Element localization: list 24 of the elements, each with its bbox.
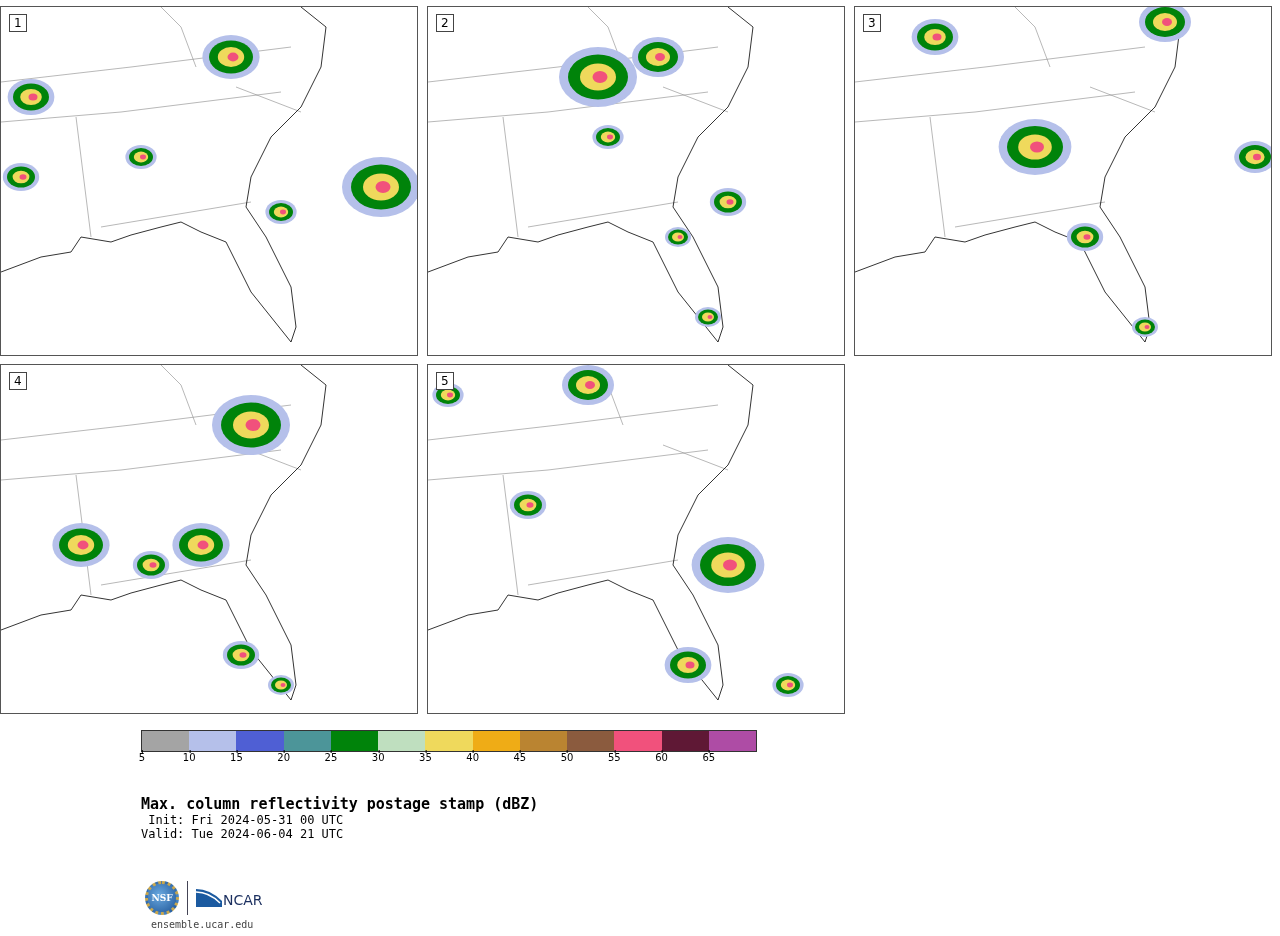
- panel-number: 2: [436, 14, 454, 32]
- scale-tick-label: 5: [138, 752, 146, 763]
- chart-title: Max. column reflectivity postage stamp (dBZ): [141, 795, 540, 813]
- init-time: Init: Fri 2024-05-31 00 UTC: [147, 813, 345, 827]
- scale-tick-label: 40: [466, 752, 479, 763]
- scale-tick-label: 30: [371, 752, 385, 763]
- scale-tick-label: 15: [230, 752, 243, 763]
- panel-number: 5: [436, 372, 454, 390]
- scale-tick-label: 20: [277, 752, 291, 763]
- scale-tick-label: 25: [324, 752, 338, 763]
- panel-number: 1: [9, 14, 27, 32]
- ncar-logo: NCAR: [196, 889, 263, 907]
- nsf-logo: NSF: [145, 881, 179, 915]
- scale-tick-label: 50: [560, 752, 574, 763]
- scale-tick-label: 10: [182, 752, 196, 763]
- scale-tick-label: 45: [513, 752, 527, 763]
- scale-tick-label: 35: [419, 752, 432, 763]
- website-link[interactable]: ensemble.ucar.edu: [151, 919, 1280, 930]
- valid-time: Valid: Tue 2024-06-04 21 UTC: [141, 827, 345, 841]
- scale-tick-label: 55: [608, 752, 621, 763]
- panel-number: 4: [9, 372, 27, 390]
- scale-tick-label: 60: [655, 752, 668, 763]
- scale-tick-label: 65: [702, 752, 716, 763]
- panel-number: 3: [863, 14, 881, 32]
